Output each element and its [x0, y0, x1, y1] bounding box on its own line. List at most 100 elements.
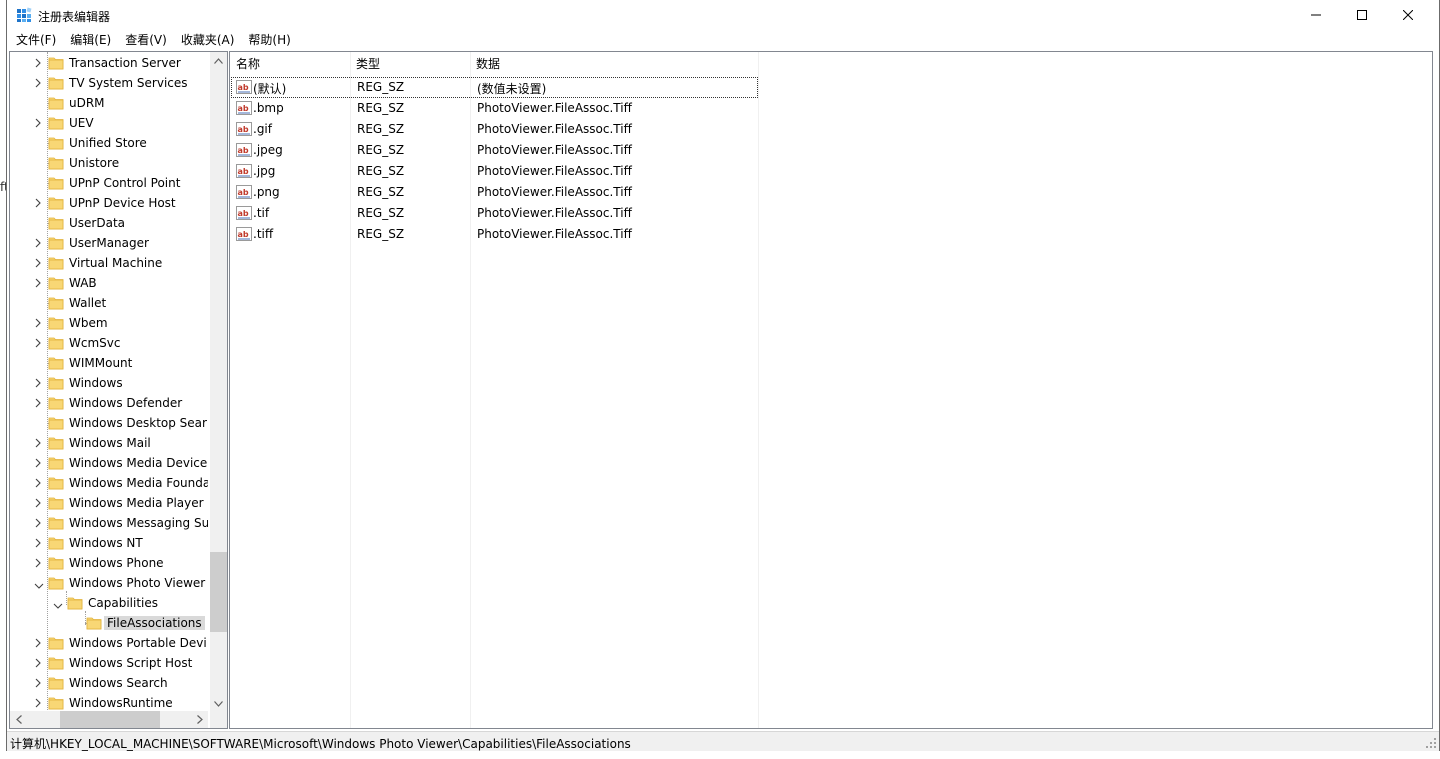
- tree-item[interactable]: Unistore: [10, 153, 208, 173]
- collapsed-chevron-icon[interactable]: [34, 317, 44, 329]
- tree-item[interactable]: Virtual Machine: [10, 253, 208, 273]
- tree-vertical-scrollbar[interactable]: [210, 52, 227, 712]
- scroll-right-button[interactable]: [191, 711, 208, 728]
- tree-item[interactable]: Windows Mail: [10, 433, 208, 453]
- menu-view[interactable]: 查看(V): [118, 30, 174, 50]
- tree-item[interactable]: UserManager: [10, 233, 208, 253]
- tree-item[interactable]: Windows Phone: [10, 553, 208, 573]
- collapsed-chevron-icon[interactable]: [34, 337, 44, 349]
- maximize-button[interactable]: [1339, 0, 1385, 30]
- registry-values-list[interactable]: 名称 类型 数据 ab (默认) REG_SZ (数值未设置) ab .bmp REG…: [229, 51, 1433, 729]
- tree-item[interactable]: WAB: [10, 273, 208, 293]
- collapsed-chevron-icon[interactable]: [34, 497, 44, 509]
- collapsed-chevron-icon[interactable]: [34, 677, 44, 689]
- tree-item-label: Windows Media Player: [69, 496, 204, 510]
- scroll-down-button[interactable]: [210, 695, 227, 712]
- value-name: .bmp: [253, 101, 284, 115]
- folder-icon: [48, 236, 64, 250]
- tree-item[interactable]: UPnP Device Host: [10, 193, 208, 213]
- column-header-type[interactable]: 类型: [350, 52, 470, 76]
- collapsed-chevron-icon[interactable]: [34, 457, 44, 469]
- scroll-left-button[interactable]: [10, 711, 27, 728]
- folder-icon: [48, 576, 64, 590]
- tree-item[interactable]: Transaction Server: [10, 53, 208, 73]
- tree-item[interactable]: UEV: [10, 113, 208, 133]
- folder-icon: [48, 76, 64, 90]
- scroll-up-button[interactable]: [210, 52, 227, 69]
- tree-item[interactable]: WcmSvc: [10, 333, 208, 353]
- collapsed-chevron-icon[interactable]: [34, 377, 44, 389]
- tree-item[interactable]: FileAssociations: [10, 613, 208, 633]
- collapsed-chevron-icon[interactable]: [34, 477, 44, 489]
- tree-item[interactable]: Windows Media Founda: [10, 473, 208, 493]
- value-name: .gif: [253, 122, 272, 136]
- collapsed-chevron-icon[interactable]: [34, 237, 44, 249]
- collapsed-chevron-icon[interactable]: [34, 697, 44, 709]
- tree-item[interactable]: Windows NT: [10, 533, 208, 553]
- expanded-chevron-icon[interactable]: [53, 599, 63, 611]
- collapsed-chevron-icon[interactable]: [34, 397, 44, 409]
- tree-item[interactable]: Wbem: [10, 313, 208, 333]
- collapsed-chevron-icon[interactable]: [34, 197, 44, 209]
- close-button[interactable]: [1385, 0, 1431, 30]
- column-header-data[interactable]: 数据: [470, 52, 758, 76]
- collapsed-chevron-icon[interactable]: [34, 437, 44, 449]
- collapsed-chevron-icon[interactable]: [34, 657, 44, 669]
- tree-item[interactable]: Windows: [10, 373, 208, 393]
- value-row[interactable]: ab (默认) REG_SZ (数值未设置): [231, 77, 758, 98]
- collapsed-chevron-icon[interactable]: [34, 537, 44, 549]
- tree-item[interactable]: uDRM: [10, 93, 208, 113]
- collapsed-chevron-icon[interactable]: [34, 77, 44, 89]
- tree-item-label: Windows Messaging Su: [69, 516, 208, 530]
- menu-favorites[interactable]: 收藏夹(A): [174, 30, 242, 50]
- tree-item[interactable]: WindowsRuntime: [10, 693, 208, 712]
- chevron-right-icon: [196, 715, 203, 724]
- tree-horizontal-scroll-thumb[interactable]: [60, 711, 160, 728]
- value-row[interactable]: ab .gif REG_SZ PhotoViewer.FileAssoc.Tiff: [231, 119, 758, 140]
- tree-item[interactable]: Windows Photo Viewer: [10, 573, 208, 593]
- value-row[interactable]: ab .tiff REG_SZ PhotoViewer.FileAssoc.Tiff: [231, 224, 758, 245]
- collapsed-chevron-icon[interactable]: [34, 257, 44, 269]
- menu-help[interactable]: 帮助(H): [241, 30, 297, 50]
- tree-item[interactable]: WIMMount: [10, 353, 208, 373]
- tree-item[interactable]: TV System Services: [10, 73, 208, 93]
- registry-key-tree[interactable]: Transaction Server TV System Services uD…: [9, 51, 228, 729]
- tree-item[interactable]: Windows Media Device: [10, 453, 208, 473]
- menu-edit[interactable]: 编辑(E): [63, 30, 118, 50]
- value-row[interactable]: ab .jpg REG_SZ PhotoViewer.FileAssoc.Tiff: [231, 161, 758, 182]
- tree-item[interactable]: Windows Desktop Sear: [10, 413, 208, 433]
- tree-vertical-scroll-thumb[interactable]: [210, 552, 227, 632]
- collapsed-chevron-icon[interactable]: [34, 517, 44, 529]
- expanded-chevron-icon[interactable]: [34, 579, 44, 591]
- resize-grip-icon[interactable]: [1425, 737, 1437, 749]
- collapsed-chevron-icon[interactable]: [34, 557, 44, 569]
- value-type: REG_SZ: [357, 143, 405, 157]
- tree-item[interactable]: Wallet: [10, 293, 208, 313]
- tree-item[interactable]: Windows Search: [10, 673, 208, 693]
- tree-item[interactable]: Capabilities: [10, 593, 208, 613]
- collapsed-chevron-icon[interactable]: [34, 277, 44, 289]
- title-bar[interactable]: 注册表编辑器: [7, 0, 1439, 30]
- folder-icon: [48, 296, 64, 310]
- collapsed-chevron-icon[interactable]: [34, 117, 44, 129]
- tree-item[interactable]: Windows Media Player: [10, 493, 208, 513]
- tree-item[interactable]: UserData: [10, 213, 208, 233]
- tree-item[interactable]: Windows Defender: [10, 393, 208, 413]
- tree-item[interactable]: Unified Store: [10, 133, 208, 153]
- collapsed-chevron-icon[interactable]: [34, 57, 44, 69]
- tree-item[interactable]: Windows Portable Devi: [10, 633, 208, 653]
- tree-horizontal-scrollbar[interactable]: [10, 711, 208, 728]
- column-header-name[interactable]: 名称: [230, 52, 350, 76]
- collapsed-chevron-icon[interactable]: [34, 637, 44, 649]
- folder-icon: [48, 56, 64, 70]
- value-row[interactable]: ab .bmp REG_SZ PhotoViewer.FileAssoc.Tiff: [231, 98, 758, 119]
- tree-item[interactable]: Windows Script Host: [10, 653, 208, 673]
- tree-item[interactable]: UPnP Control Point: [10, 173, 208, 193]
- value-row[interactable]: ab .tif REG_SZ PhotoViewer.FileAssoc.Tiff: [231, 203, 758, 224]
- menu-file[interactable]: 文件(F): [9, 30, 63, 50]
- minimize-button[interactable]: [1293, 0, 1339, 30]
- tree-item[interactable]: Windows Messaging Su: [10, 513, 208, 533]
- value-row[interactable]: ab .png REG_SZ PhotoViewer.FileAssoc.Tiff: [231, 182, 758, 203]
- value-data: PhotoViewer.FileAssoc.Tiff: [477, 206, 632, 220]
- value-row[interactable]: ab .jpeg REG_SZ PhotoViewer.FileAssoc.Tiff: [231, 140, 758, 161]
